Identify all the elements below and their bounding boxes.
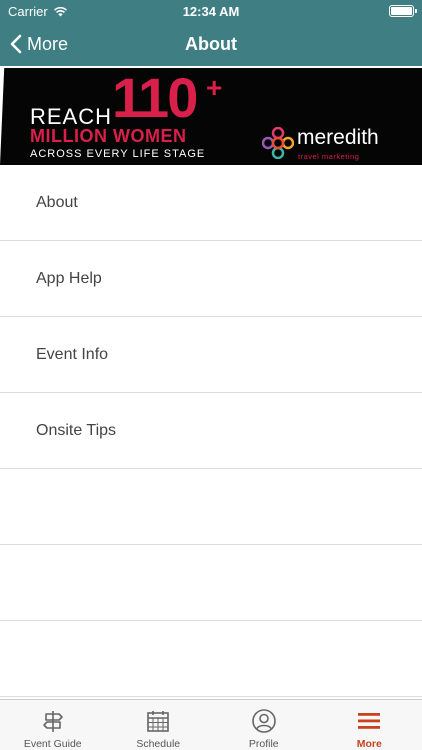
ad-banner[interactable]: REACH 110 + MILLION WOMEN ACROSS EVERY L… [0,66,422,165]
back-label: More [27,33,69,54]
empty-row [0,621,422,697]
banner-million-text: MILLION WOMEN [30,126,187,146]
user-icon [251,709,276,733]
empty-row [0,469,422,545]
banner-brand: meredith [297,126,379,149]
signpost-icon [42,711,63,732]
banner-number: 110 [112,68,198,129]
tab-profile[interactable]: Profile [211,700,317,750]
menu-item-event-info[interactable]: Event Info [0,317,422,393]
meredith-logo-icon [262,127,294,159]
empty-row [0,545,422,621]
banner-plus: + [206,72,223,103]
calendar-icon [147,711,170,732]
menu-item-app-help[interactable]: App Help [0,241,422,317]
banner-brand-sub: travel marketing [298,152,360,161]
menu-icon [358,713,381,729]
tab-schedule[interactable]: Schedule [106,700,212,750]
tab-more[interactable]: More [317,700,422,750]
banner-across-text: ACROSS EVERY LIFE STAGE [30,148,206,160]
tab-label: More [356,738,382,750]
chevron-left-icon [10,34,22,54]
tab-label: Profile [248,738,279,750]
tab-label: Event Guide [23,738,82,750]
tab-bar: Event Guide Schedule Profile More [0,699,422,750]
tab-label: Schedule [136,738,181,750]
status-bar: Carrier 12:34 AM [0,0,422,22]
clock: 12:34 AM [182,4,240,19]
back-button[interactable]: More [10,22,68,66]
battery-icon [389,5,417,17]
header: Carrier 12:34 AM More About [0,0,422,66]
menu-list: About App Help Event Info Onsite Tips [0,165,422,697]
navigation-bar: More About [0,22,422,66]
menu-item-about[interactable]: About [0,165,422,241]
menu-item-onsite-tips[interactable]: Onsite Tips [0,393,422,469]
tab-event-guide[interactable]: Event Guide [0,700,106,750]
